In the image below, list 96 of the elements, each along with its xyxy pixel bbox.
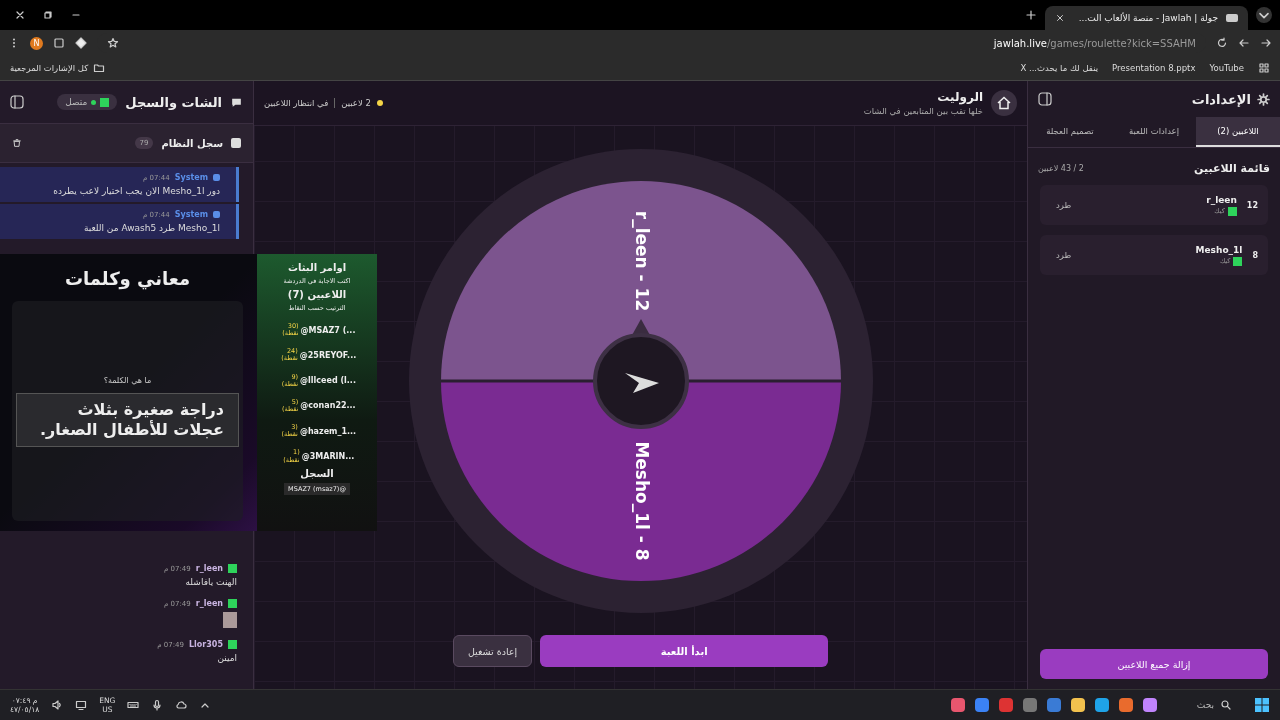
message-author: r_leen [195,564,223,573]
keyboard-icon[interactable] [127,699,140,711]
site-icon [1226,14,1238,22]
spin-hub[interactable] [592,332,689,429]
bookmarks-folder[interactable]: كل الإشارات المرجعية [10,63,89,73]
bookmark-link[interactable]: YouTube [1209,63,1244,73]
player-score: 8 [1252,250,1258,260]
bookmark-link[interactable]: Presentation 8.pptx [1112,63,1196,73]
segment-label: Mesho_1l - 8 [631,440,652,561]
search-field[interactable]: بحث [1166,699,1244,711]
search-icon [1220,699,1232,711]
apps-grid-icon[interactable] [1258,62,1270,74]
collapse-panel-icon[interactable] [10,95,24,109]
log-title: سجل النظام [161,137,223,149]
bookmark-link[interactable]: ينقل لك ما يحدث... X [1020,63,1099,73]
app-icon[interactable] [950,698,965,712]
remove-all-button[interactable]: إزالة جميع اللاعبين [1040,649,1268,679]
browser-tab[interactable]: جولة | Jawlah - منصة الألعاب الت... [1044,6,1248,30]
close-tab-icon[interactable] [1054,13,1065,23]
leader-name: @3MARIN... [301,452,355,462]
leader-name: @lllceed (l... [300,376,356,386]
message-author: Llor305 [189,640,223,649]
message-author: r_leen [195,599,223,608]
diamond-icon[interactable] [75,37,87,49]
commands-title: اوامر البثاث [287,262,347,273]
platform-icon [228,640,237,649]
leader-name: @conan22... [300,401,356,411]
message-text: الهنت يافاشله [184,577,237,587]
tab-list-icon[interactable] [1256,7,1272,23]
restore-icon[interactable] [42,9,54,21]
kick-button[interactable]: طرد [1050,196,1078,214]
cloud-icon[interactable] [175,699,188,711]
settings-tab[interactable]: إعدادات اللعبة [1112,117,1196,147]
kick-button[interactable]: طرد [1050,246,1078,264]
sticker-image [223,612,237,628]
platform-icon [228,564,237,573]
page-subtitle: خلها تقب بين المتابعين في الشات [863,106,983,116]
list-title: قائمة اللاعبين [1194,162,1270,175]
forward-icon[interactable] [1238,37,1250,49]
platform-icon [1233,256,1243,266]
message-text: Mesho_1l طرد Awash5 من اللعبة [82,223,220,233]
trash-icon[interactable] [12,138,22,148]
windows-logo-icon[interactable] [1254,697,1270,713]
game-title: معاني وكلمات [64,268,191,289]
app-icon[interactable] [1142,698,1157,712]
platform-icon [228,599,237,608]
app-icon[interactable] [974,698,989,712]
settings-tab[interactable]: تصميم العجلة [1028,117,1112,147]
back-icon[interactable] [1260,37,1272,49]
connection-status: متصل [57,94,118,110]
home-icon [996,95,1012,111]
message-text: امينن [216,653,237,663]
settings-icon [1257,92,1270,106]
player-name: r_leen [1206,194,1237,205]
message-text: دور Mesho_1l الان يجب اختيار لاعب يطرده [52,186,220,196]
app-icon[interactable] [1118,698,1133,712]
app-icon[interactable] [1094,698,1109,712]
star-icon[interactable] [107,37,119,49]
app-icon[interactable] [1070,698,1085,712]
start-game-button[interactable]: ابدأ اللعبة [540,635,829,667]
question-label: ما هي الكلمة؟ [103,375,152,385]
players-title: اللاعبين (7) [287,289,347,300]
new-tab-icon[interactable] [1024,9,1037,21]
home-button[interactable] [991,90,1017,116]
settings-title: الإعدادات [1191,91,1251,107]
folder-icon [93,62,106,74]
info-icon [231,138,241,148]
page-title: الروليت [936,90,983,104]
close-icon[interactable] [14,9,26,21]
restart-button[interactable]: إعادة تشغيل [452,635,533,667]
answer-text: دراجة صغيرة بثلاث عجلات للأطفال الصغار. [16,392,239,447]
extension-icon[interactable] [53,37,65,49]
list-count: 2 / 43 لاعبين [1038,164,1084,173]
leader-name: @hazem_1... [299,426,357,436]
leader-name: @MSAZ7 (... [300,325,356,335]
url-text[interactable]: jawlah.live/games/roulette?kick=SSAHM [993,37,1196,49]
segment-label: r_leen - 12 [631,210,652,311]
microphone-icon[interactable] [151,699,164,711]
message-author: System [174,173,208,182]
volume-icon[interactable] [51,699,64,711]
platform-icon [1227,206,1237,216]
monitor-icon[interactable] [75,699,88,711]
status-dot [376,100,383,106]
collapse-panel-icon[interactable] [1038,92,1052,106]
chat-title: الشات والسجل [125,94,222,110]
game-status: في انتظار اللاعبين [264,98,329,108]
players-count: 2 لاعبين [341,98,371,108]
message-author: System [174,210,208,219]
player-name: Mesho_1l [1195,244,1243,255]
player-score: 12 [1246,200,1258,210]
platform-icon [213,174,220,181]
leader-name: @25REYOF... [299,350,357,360]
reload-icon[interactable] [1216,37,1228,49]
platform-icon [213,211,220,218]
log-heading: السجل [300,467,334,479]
settings-tab[interactable]: اللاعبين (2) [1196,117,1280,147]
